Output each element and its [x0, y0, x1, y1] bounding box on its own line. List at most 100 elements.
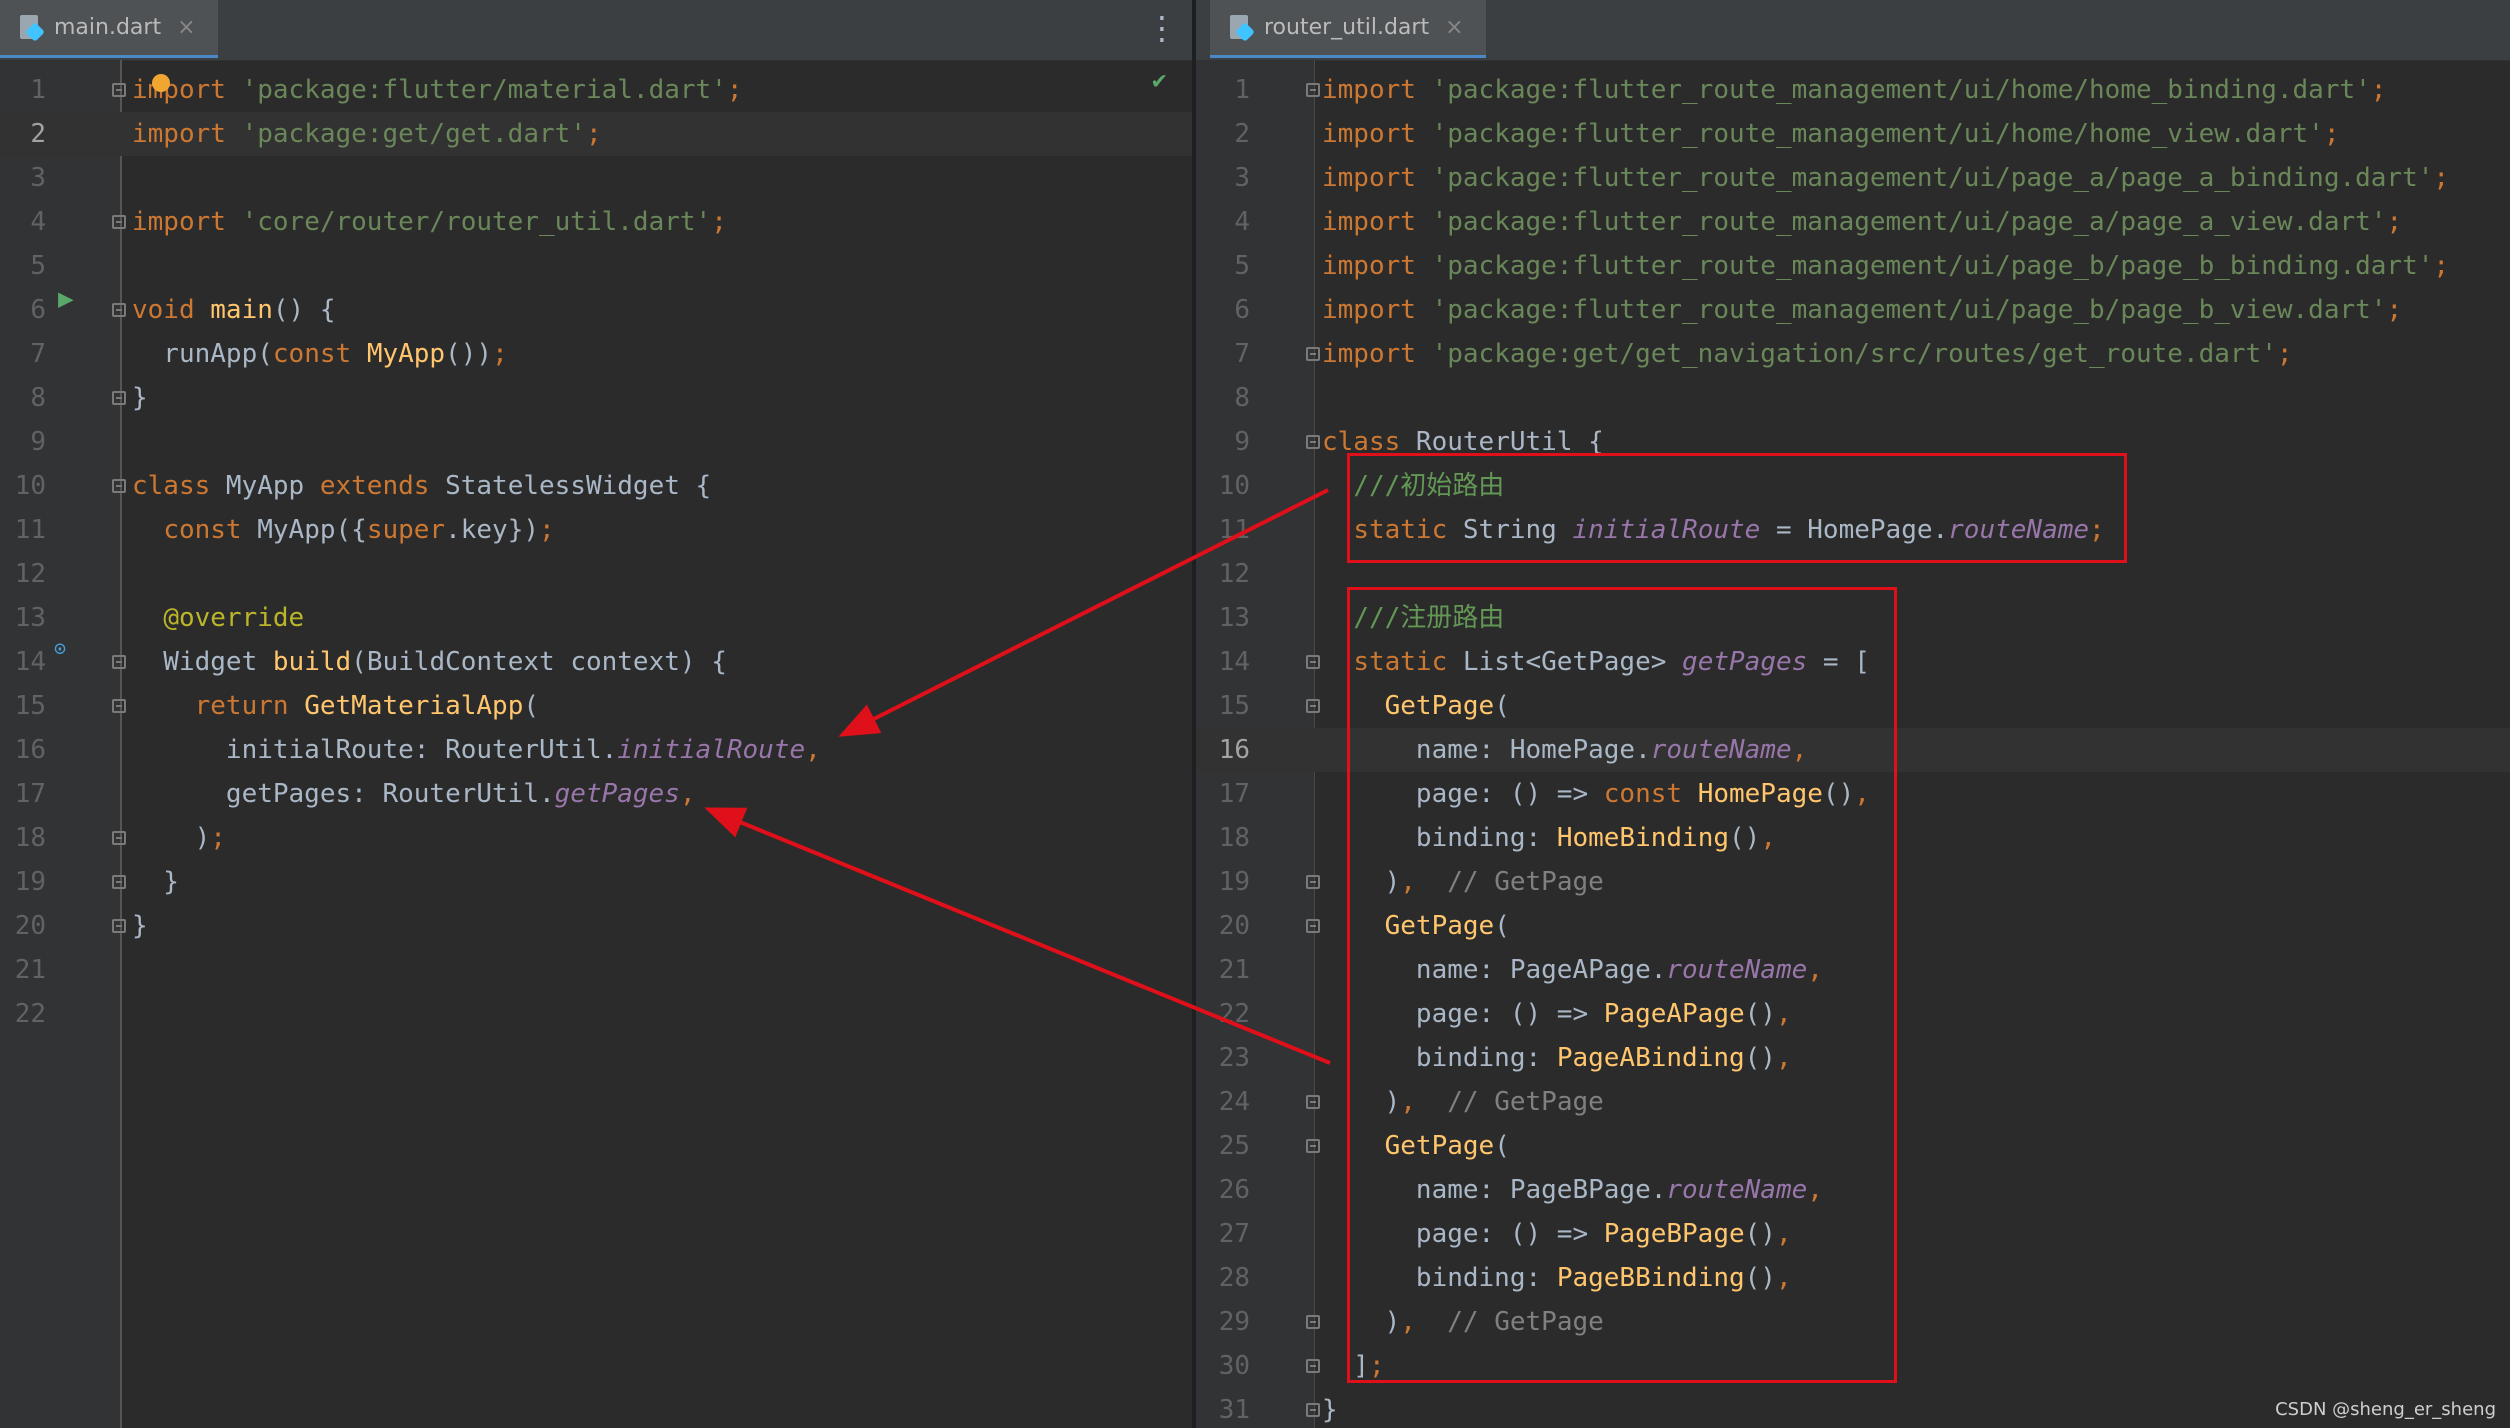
fold-marker-icon[interactable]: [112, 831, 126, 845]
code-line[interactable]: 29 ), // GetPage: [1196, 1300, 2510, 1344]
line-number[interactable]: 21: [0, 948, 46, 992]
code-line[interactable]: 27 page: () => PageBPage(),: [1196, 1212, 2510, 1256]
fold-marker-icon[interactable]: [112, 655, 126, 669]
code-line[interactable]: 18 binding: HomeBinding(),: [1196, 816, 2510, 860]
line-number[interactable]: 2: [1196, 112, 1250, 156]
fold-marker-icon[interactable]: [112, 303, 126, 317]
fold-marker-icon[interactable]: [1306, 1139, 1320, 1153]
code-line[interactable]: 21 name: PageAPage.routeName,: [1196, 948, 2510, 992]
line-number[interactable]: 18: [1196, 816, 1250, 860]
line-number[interactable]: 7: [1196, 332, 1250, 376]
code-line[interactable]: 1 import 'package:flutter_route_managemen…: [1196, 68, 2510, 112]
code-line[interactable]: 4 import 'core/router/router_util.dart';: [0, 200, 1192, 244]
main-dart-editor[interactable]: main.dart × ⋮ 1 import 'package:flutter/m…: [0, 0, 1192, 1428]
code-line[interactable]: 3 import 'package:flutter_route_managemen…: [1196, 156, 2510, 200]
code-line[interactable]: 2 import 'package:get/get.dart';: [0, 112, 1192, 156]
line-number[interactable]: 22: [1196, 992, 1250, 1036]
fold-marker-icon[interactable]: [112, 699, 126, 713]
line-number[interactable]: 14: [1196, 640, 1250, 684]
code-line[interactable]: 13 @override: [0, 596, 1192, 640]
line-number[interactable]: 21: [1196, 948, 1250, 992]
code-line[interactable]: 15 GetPage(: [1196, 684, 2510, 728]
fold-marker-icon[interactable]: [112, 83, 126, 97]
line-number[interactable]: 17: [0, 772, 46, 816]
code-line[interactable]: 10 ///初始路由: [1196, 464, 2510, 508]
fold-marker-icon[interactable]: [1306, 1095, 1320, 1109]
line-number[interactable]: 8: [1196, 376, 1250, 420]
line-number[interactable]: 22: [0, 992, 46, 1036]
line-number[interactable]: 27: [1196, 1212, 1250, 1256]
code-line[interactable]: 6 import 'package:flutter_route_managemen…: [1196, 288, 2510, 332]
code-line[interactable]: 17 page: () => const HomePage(),: [1196, 772, 2510, 816]
fold-marker-icon[interactable]: [1306, 1403, 1320, 1417]
code-line[interactable]: 5 import 'package:flutter_route_managemen…: [1196, 244, 2510, 288]
fold-marker-icon[interactable]: [1306, 875, 1320, 889]
lightbulb-icon[interactable]: [152, 74, 170, 92]
fold-marker-icon[interactable]: [1306, 1359, 1320, 1373]
fold-marker-icon[interactable]: [1306, 699, 1320, 713]
line-number[interactable]: 19: [0, 860, 46, 904]
fold-marker-icon[interactable]: [112, 391, 126, 405]
line-number[interactable]: 10: [1196, 464, 1250, 508]
code-line[interactable]: 22 page: () => PageAPage(),: [1196, 992, 2510, 1036]
line-number[interactable]: 7: [0, 332, 46, 376]
line-number[interactable]: 16: [0, 728, 46, 772]
code-line[interactable]: 22: [0, 992, 1192, 1036]
line-number[interactable]: 9: [0, 420, 46, 464]
line-number[interactable]: 15: [1196, 684, 1250, 728]
code-line[interactable]: 5: [0, 244, 1192, 288]
line-number[interactable]: 5: [0, 244, 46, 288]
code-line[interactable]: 9 class RouterUtil {: [1196, 420, 2510, 464]
code-line[interactable]: 26 name: PageBPage.routeName,: [1196, 1168, 2510, 1212]
fold-marker-icon[interactable]: [1306, 83, 1320, 97]
run-icon[interactable]: ▶: [58, 284, 74, 314]
line-number[interactable]: 16: [1196, 728, 1250, 772]
code-line[interactable]: 30 ];: [1196, 1344, 2510, 1388]
tab-main-dart[interactable]: main.dart ×: [0, 0, 218, 58]
code-line[interactable]: 18 );: [0, 816, 1192, 860]
code-line[interactable]: 20}: [0, 904, 1192, 948]
code-line[interactable]: 24 ), // GetPage: [1196, 1080, 2510, 1124]
line-number[interactable]: 23: [1196, 1036, 1250, 1080]
code-line[interactable]: 14 Widget build(BuildContext context) {: [0, 640, 1192, 684]
code-line[interactable]: 12: [1196, 552, 2510, 596]
line-number[interactable]: 4: [1196, 200, 1250, 244]
more-options-icon[interactable]: ⋮: [1146, 10, 1178, 46]
line-number[interactable]: 12: [0, 552, 46, 596]
line-number[interactable]: 20: [0, 904, 46, 948]
code-line[interactable]: 4 import 'package:flutter_route_managemen…: [1196, 200, 2510, 244]
code-line[interactable]: 13 ///注册路由: [1196, 596, 2510, 640]
line-number[interactable]: 10: [0, 464, 46, 508]
line-number[interactable]: 28: [1196, 1256, 1250, 1300]
line-number[interactable]: 25: [1196, 1124, 1250, 1168]
line-number[interactable]: 13: [0, 596, 46, 640]
code-line[interactable]: 8}: [0, 376, 1192, 420]
line-number[interactable]: 11: [0, 508, 46, 552]
line-number[interactable]: 11: [1196, 508, 1250, 552]
line-number[interactable]: 29: [1196, 1300, 1250, 1344]
code-line[interactable]: 11 const MyApp({super.key});: [0, 508, 1192, 552]
fold-marker-icon[interactable]: [1306, 655, 1320, 669]
router-util-editor[interactable]: router_util.dart × 1 import 'package:flut…: [1196, 0, 2510, 1428]
code-line[interactable]: 2 import 'package:flutter_route_managemen…: [1196, 112, 2510, 156]
code-line[interactable]: 28 binding: PageBBinding(),: [1196, 1256, 2510, 1300]
line-number[interactable]: 24: [1196, 1080, 1250, 1124]
line-number[interactable]: 6: [1196, 288, 1250, 332]
line-number[interactable]: 13: [1196, 596, 1250, 640]
fold-marker-icon[interactable]: [112, 919, 126, 933]
line-number[interactable]: 30: [1196, 1344, 1250, 1388]
code-line[interactable]: 16 name: HomePage.routeName,: [1196, 728, 2510, 772]
fold-marker-icon[interactable]: [1306, 435, 1320, 449]
code-line[interactable]: 9: [0, 420, 1192, 464]
code-line[interactable]: 10 class MyApp extends StatelessWidget {: [0, 464, 1192, 508]
code-line[interactable]: 25 GetPage(: [1196, 1124, 2510, 1168]
line-number[interactable]: 6: [0, 288, 46, 332]
line-number[interactable]: 19: [1196, 860, 1250, 904]
code-line[interactable]: 15 return GetMaterialApp(: [0, 684, 1192, 728]
code-line[interactable]: 3: [0, 156, 1192, 200]
line-number[interactable]: 5: [1196, 244, 1250, 288]
fold-marker-icon[interactable]: [1306, 347, 1320, 361]
line-number[interactable]: 17: [1196, 772, 1250, 816]
line-number[interactable]: 18: [0, 816, 46, 860]
line-number[interactable]: 31: [1196, 1388, 1250, 1428]
